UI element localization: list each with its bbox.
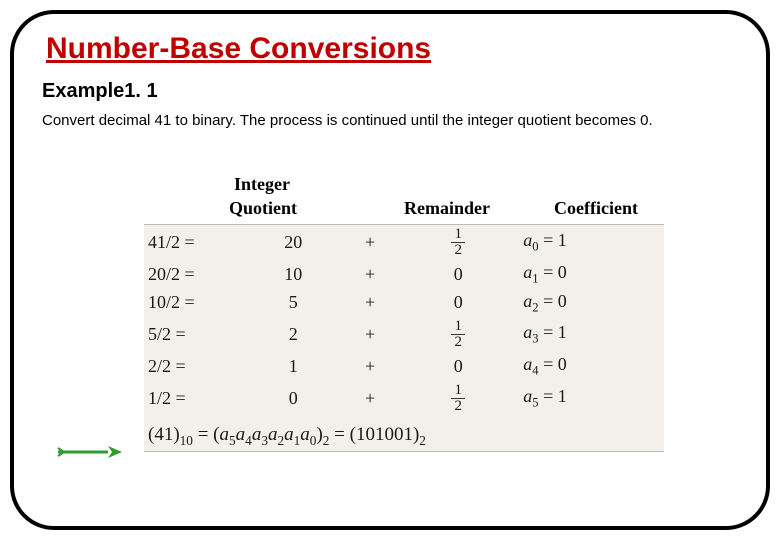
remainder-value: 12 (397, 225, 519, 260)
coefficient-value: a3 = 1 (519, 317, 664, 352)
example-label: Example1. 1 (42, 80, 738, 103)
table-row: 2/2 =1+0a4 = 0 (144, 352, 664, 381)
conversion-table: 41/2 =20+12a0 = 120/2 =10+0a1 = 010/2 =5… (144, 224, 664, 452)
coefficient-value: a2 = 0 (519, 289, 664, 318)
remainder-value: 12 (397, 381, 519, 416)
quotient-value: 2 (243, 317, 342, 352)
plus-sign: + (343, 317, 397, 352)
plus-sign: + (343, 260, 397, 289)
plus-sign: + (343, 381, 397, 416)
division-expression: 20/2 = (144, 260, 243, 289)
coefficient-value: a5 = 1 (519, 381, 664, 416)
result-arrow-icon (54, 442, 124, 467)
table-row: 1/2 =0+12a5 = 1 (144, 381, 664, 416)
slide-frame: Number-Base Conversions Example1. 1 Conv… (10, 10, 770, 530)
division-expression: 1/2 = (144, 381, 243, 416)
division-expression: 41/2 = (144, 225, 243, 260)
remainder-value: 0 (397, 352, 519, 381)
problem-statement: Convert decimal 41 to binary. The proces… (42, 111, 738, 131)
table-row: 5/2 =2+12a3 = 1 (144, 317, 664, 352)
slide-title: Number-Base Conversions (46, 32, 738, 66)
quotient-value: 20 (243, 225, 342, 260)
remainder-value: 12 (397, 317, 519, 352)
table-row: 41/2 =20+12a0 = 1 (144, 225, 664, 260)
coefficient-value: a0 = 1 (519, 225, 664, 260)
result-row: (41)10 = (a5a4a3a2a1a0)2 = (101001)2 (144, 416, 664, 451)
division-expression: 5/2 = (144, 317, 243, 352)
quotient-value: 0 (243, 381, 342, 416)
header-coefficient: Coefficient (554, 198, 638, 219)
division-expression: 2/2 = (144, 352, 243, 381)
quotient-value: 10 (243, 260, 342, 289)
result-equation: (41)10 = (a5a4a3a2a1a0)2 = (101001)2 (144, 416, 664, 451)
table-row: 10/2 =5+0a2 = 0 (144, 289, 664, 318)
plus-sign: + (343, 225, 397, 260)
header-remainder: Remainder (404, 198, 490, 219)
coefficient-value: a4 = 0 (519, 352, 664, 381)
remainder-value: 0 (397, 260, 519, 289)
quotient-value: 1 (243, 352, 342, 381)
quotient-value: 5 (243, 289, 342, 318)
plus-sign: + (343, 352, 397, 381)
table-row: 20/2 =10+0a1 = 0 (144, 260, 664, 289)
header-integer: Integer (234, 174, 290, 195)
plus-sign: + (343, 289, 397, 318)
remainder-value: 0 (397, 289, 519, 318)
division-expression: 10/2 = (144, 289, 243, 318)
coefficient-value: a1 = 0 (519, 260, 664, 289)
header-quotient: Quotient (229, 198, 297, 219)
